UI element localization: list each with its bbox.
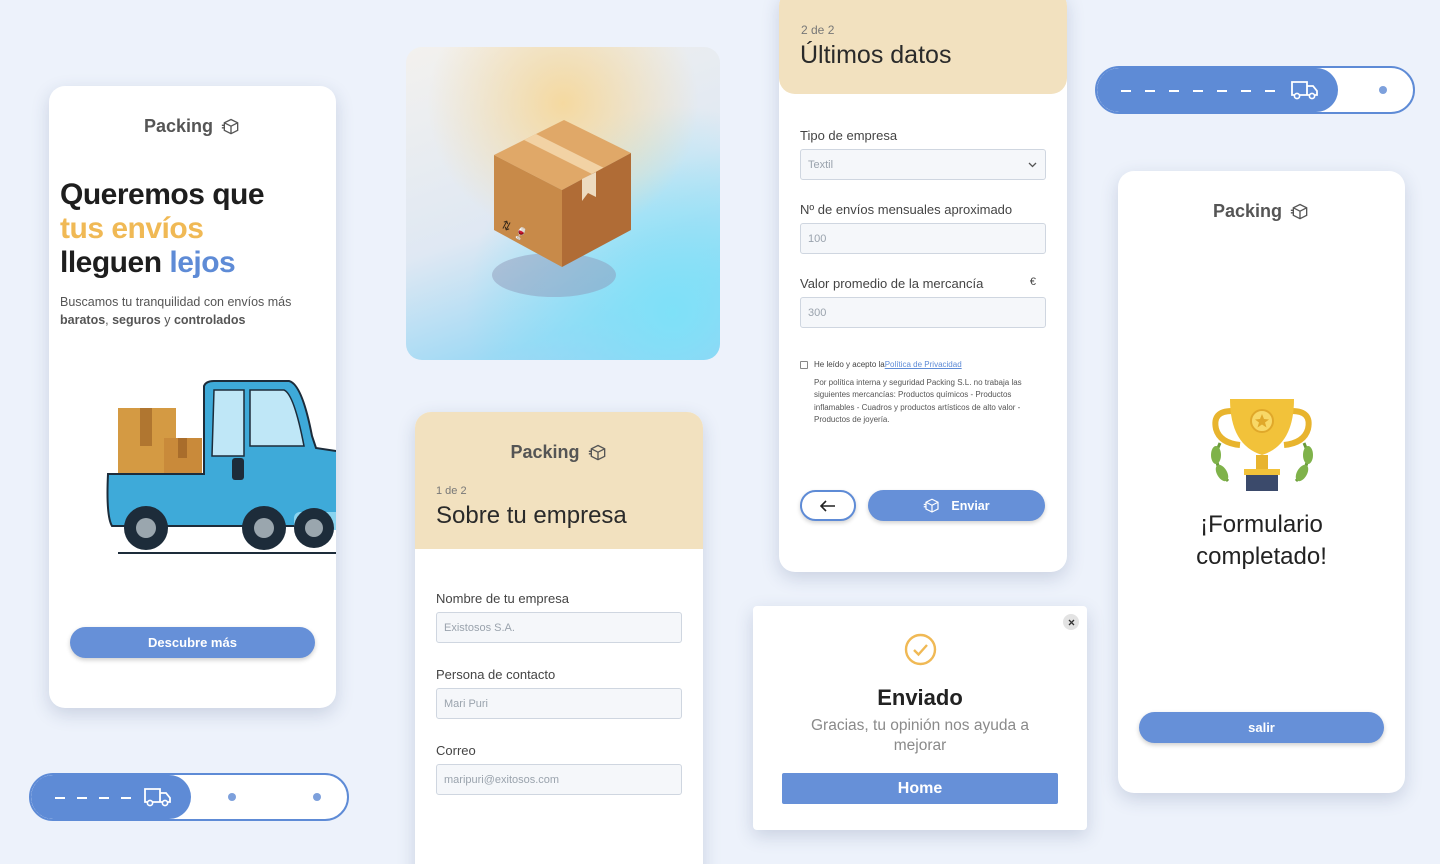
email-label: Correo — [436, 743, 476, 758]
company-type-label: Tipo de empresa — [800, 128, 898, 143]
headline-line-2: tus envíos — [60, 212, 204, 245]
monthly-shipments-input[interactable]: 100 — [800, 223, 1046, 254]
subtitle-cheap: baratos — [60, 313, 106, 327]
back-button[interactable] — [800, 490, 856, 521]
close-icon — [1068, 619, 1074, 625]
currency-unit: € — [1029, 276, 1036, 288]
privacy-row: He leído y acepto la Política de Privaci… — [800, 360, 1046, 369]
progress-dash — [99, 797, 109, 799]
subtitle-controlled: controlados — [173, 313, 246, 327]
subtitle-safe: seguros — [112, 313, 161, 327]
email-input[interactable]: maripuri@exitosos.com — [436, 764, 682, 795]
box-image-card: ⇅ 🍷 — [406, 47, 720, 360]
complete-card: Packing ¡Formulario completado! salir — [1118, 171, 1405, 793]
step2-step-indicator: 2 de 2 — [801, 23, 835, 37]
progress-dash — [1193, 90, 1203, 92]
progress-dash — [77, 797, 87, 799]
contact-person-group: Persona de contacto Mari Puri — [436, 667, 682, 719]
shipping-progress-step1 — [29, 773, 349, 821]
truck-icon — [1291, 81, 1318, 100]
headline-word-lejos: lejos — [169, 246, 236, 279]
progress-fill — [31, 775, 191, 819]
progress-dot — [313, 793, 321, 801]
step2-title: Últimos datos — [800, 41, 952, 69]
monthly-shipments-label: Nº de envíos mensuales aproximado — [800, 202, 1013, 217]
company-name-group: Nombre de tu empresa Existosos S.A. — [436, 591, 682, 643]
step1-header: Packing 1 de 2 Sobre tu empresa — [415, 412, 703, 549]
box-icon — [221, 118, 239, 134]
monthly-shipments-group: Nº de envíos mensuales aproximado 100 — [800, 202, 1046, 254]
landing-card: Packing Queremos que tus envíos lleguen … — [49, 86, 336, 708]
box-icon — [588, 444, 605, 460]
company-type-value: Textil — [808, 158, 834, 171]
brand-name: Packing — [1212, 201, 1283, 221]
trophy-icon — [1211, 399, 1313, 491]
step1-brand: Packing — [415, 442, 703, 463]
close-button[interactable] — [1063, 614, 1079, 630]
avg-value-input[interactable]: 300 — [800, 297, 1046, 328]
exit-button[interactable]: salir — [1139, 712, 1384, 743]
progress-dash — [1217, 90, 1227, 92]
company-name-input[interactable]: Existosos S.A. — [436, 612, 682, 643]
complete-brand: Packing — [1118, 201, 1405, 222]
progress-dash — [1169, 90, 1179, 92]
check-circle-icon — [904, 633, 937, 666]
headline-word-lleguen: lleguen — [60, 246, 162, 279]
progress-dash — [55, 797, 65, 799]
company-type-select[interactable]: Textil — [800, 149, 1046, 180]
sent-modal: Enviado Gracias, tu opinión nos ayuda a … — [753, 606, 1087, 830]
shipping-progress-step2 — [1095, 66, 1415, 114]
step1-form-card: Packing 1 de 2 Sobre tu empresa Nombre d… — [415, 412, 703, 864]
truck-icon — [144, 788, 171, 807]
step2-header: 2 de 2 Últimos datos — [779, 0, 1067, 94]
brand-name: Packing — [143, 116, 214, 136]
sent-title: Enviado — [877, 685, 963, 710]
box-icon — [924, 498, 939, 513]
headline-line-3: lleguen lejos — [60, 246, 264, 280]
email-group: Correo maripuri@exitosos.com — [436, 743, 682, 795]
subtitle-text: Buscamos tu tranquilidad con envíos más — [60, 295, 292, 309]
landing-subtitle: Buscamos tu tranquilidad con envíos más … — [60, 293, 320, 329]
step1-title: Sobre tu empresa — [436, 502, 627, 529]
company-name-label: Nombre de tu empresa — [436, 591, 569, 606]
company-type-group: Tipo de empresa Textil — [800, 128, 1046, 180]
chevron-down-icon — [1028, 162, 1037, 167]
progress-dash — [1145, 90, 1155, 92]
landing-headline: Queremos que tus envíos lleguen lejos — [60, 178, 265, 280]
cardboard-box-illustration: ⇅ 🍷 — [492, 120, 631, 297]
step2-form-card: 2 de 2 Últimos datos Tipo de empresa Tex… — [779, 0, 1067, 572]
avg-value-label-row: Valor promedio de la mercancía € — [800, 276, 1046, 291]
progress-dash — [1121, 90, 1131, 92]
progress-fill — [1097, 68, 1338, 112]
step1-fields: Nombre de tu empresa Existosos S.A. Pers… — [415, 549, 703, 795]
policy-notice: Por política interna y seguridad Packing… — [814, 378, 1022, 424]
brand-header: Packing — [49, 116, 336, 137]
send-button[interactable]: Enviar — [868, 490, 1045, 521]
complete-title: ¡Formulario completado! — [1196, 511, 1327, 570]
avg-value-label: Valor promedio de la mercancía — [800, 276, 984, 291]
headline-line-1: Queremos que — [60, 178, 265, 211]
progress-dot — [1379, 86, 1387, 94]
step2-fields: Tipo de empresa Textil Nº de envíos mens… — [779, 94, 1067, 426]
privacy-checkbox[interactable] — [800, 360, 808, 369]
contact-person-input[interactable]: Mari Puri — [436, 688, 682, 719]
arrow-left-icon — [820, 499, 835, 512]
subtitle-sep-2: y — [160, 313, 174, 327]
progress-dash — [1241, 90, 1251, 92]
progress-dash — [1265, 90, 1275, 92]
progress-dash — [121, 797, 131, 799]
send-button-label: Enviar — [951, 498, 990, 513]
step1-step-indicator: 1 de 2 — [436, 485, 467, 497]
home-button[interactable]: Home — [782, 773, 1058, 804]
discover-more-button[interactable]: Descubre más — [70, 627, 315, 658]
privacy-link[interactable]: Política de Privacidad — [885, 360, 962, 369]
contact-person-label: Persona de contacto — [436, 667, 556, 682]
truck-illustration — [106, 380, 336, 554]
box-icon — [1290, 203, 1308, 219]
progress-dot — [228, 793, 236, 801]
sent-message: Gracias, tu opinión nos ayuda a mejorar — [811, 717, 1029, 754]
brand-name: Packing — [510, 442, 580, 462]
avg-value-group: Valor promedio de la mercancía € 300 — [800, 276, 1046, 328]
privacy-text: He leído y acepto la — [814, 360, 885, 369]
